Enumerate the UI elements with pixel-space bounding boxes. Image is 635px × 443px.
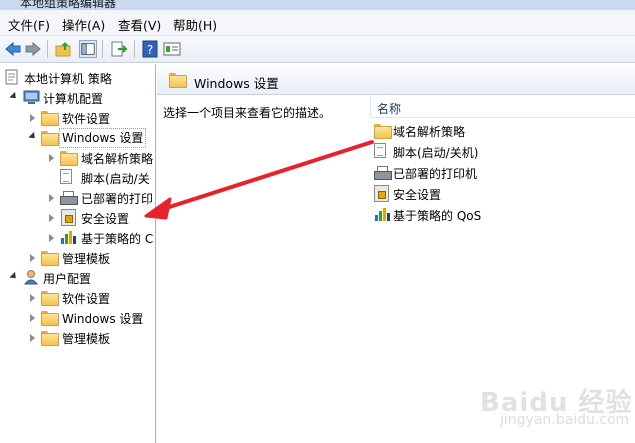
menu-file[interactable]: 文件(F)	[8, 15, 50, 34]
expand-arrow-icon[interactable]	[30, 254, 35, 262]
collapse-arrow-icon[interactable]	[9, 91, 19, 102]
folder-icon	[41, 331, 59, 347]
toolbar-separator	[47, 40, 48, 58]
tree-pane[interactable]: 本地计算机 策略 计算机配置 软件设置 Windows 设置 域名解析策略 脚本…	[0, 64, 156, 443]
svg-text:?: ?	[147, 43, 153, 57]
folder-icon	[41, 251, 59, 267]
tree-label: 管理模板	[62, 252, 111, 266]
tree-label: 域名解析策略	[81, 152, 154, 166]
description-text: 选择一个项目来查看它的描述。	[163, 106, 332, 120]
menu-help[interactable]: 帮助(H)	[173, 15, 217, 34]
title-bar: 本地组策略编辑器	[0, 0, 635, 10]
list-item-label: 域名解析策略	[393, 125, 466, 139]
up-folder-icon[interactable]	[55, 40, 73, 58]
expand-arrow-icon[interactable]	[49, 234, 54, 242]
expand-arrow-icon[interactable]	[49, 194, 54, 202]
toolbar-separator	[102, 40, 103, 58]
tree-label: 计算机配置	[43, 92, 104, 106]
tree-label: 已部署的打印	[81, 192, 154, 206]
tree-label: 用户配置	[43, 272, 92, 286]
forward-icon[interactable]	[24, 40, 42, 58]
folder-icon	[60, 151, 78, 167]
policy-document-icon	[5, 69, 18, 85]
folder-icon	[41, 111, 59, 127]
folder-icon	[41, 311, 59, 327]
qos-chart-icon	[375, 208, 390, 221]
tree-item-dns-policy[interactable]: 域名解析策略	[0, 148, 155, 168]
toolbar-separator	[134, 40, 135, 58]
back-icon[interactable]	[4, 40, 22, 58]
collapse-arrow-icon[interactable]	[28, 131, 38, 142]
tree-label: Windows 设置	[59, 128, 147, 148]
tree-item-software-settings[interactable]: 软件设置	[0, 108, 155, 128]
folder-icon	[374, 124, 392, 140]
list-item-label: 已部署的打印机	[393, 167, 478, 181]
details-header: Windows 设置	[157, 64, 635, 95]
tree-item-computer-config[interactable]: 计算机配置	[0, 88, 155, 108]
toolbar: ?	[0, 36, 635, 63]
tree-item-qos[interactable]: 基于策略的 C	[0, 228, 155, 248]
expand-arrow-icon[interactable]	[49, 214, 54, 222]
show-hide-tree-icon[interactable]	[79, 40, 97, 58]
folder-icon	[169, 73, 187, 88]
properties-icon[interactable]	[163, 40, 181, 58]
computer-icon	[23, 90, 40, 104]
printer-icon	[60, 191, 78, 207]
details-title: Windows 设置	[194, 76, 279, 91]
tree-label: 基于策略的 C	[81, 232, 154, 246]
help-icon[interactable]: ?	[141, 40, 159, 58]
tree-item-user-software-settings[interactable]: 软件设置	[0, 288, 155, 308]
tree-label: 管理模板	[62, 332, 111, 346]
tree-item-user-config[interactable]: 用户配置	[0, 268, 155, 288]
column-header-name[interactable]: 名称	[370, 96, 635, 118]
qos-chart-icon	[61, 231, 76, 244]
security-shield-icon	[374, 185, 391, 202]
expand-arrow-icon[interactable]	[30, 294, 35, 302]
tree-item-user-admin-templates[interactable]: 管理模板	[0, 328, 155, 348]
list-item-label: 脚本(启动/关机)	[393, 146, 479, 160]
column-header-label: 名称	[377, 102, 402, 116]
script-icon	[60, 169, 77, 185]
expand-arrow-icon[interactable]	[49, 154, 54, 162]
tree-item-root[interactable]: 本地计算机 策略	[0, 68, 155, 88]
tree-label: 本地计算机 策略	[24, 72, 112, 86]
window-title: 本地组策略编辑器	[20, 0, 117, 10]
tree-item-security-settings[interactable]: 安全设置	[0, 208, 155, 228]
tree-item-user-windows-settings[interactable]: Windows 设置	[0, 308, 155, 328]
tree-label: 脚本(启动/关	[81, 172, 150, 186]
tree-label: 软件设置	[62, 292, 111, 306]
tree-item-scripts[interactable]: 脚本(启动/关	[0, 168, 155, 188]
tree-item-windows-settings[interactable]: Windows 设置	[0, 128, 155, 148]
menu-bar: 文件(F) 操作(A) 查看(V) 帮助(H)	[0, 10, 635, 36]
script-icon	[374, 143, 391, 159]
folder-open-icon	[41, 131, 59, 147]
tree-item-printers[interactable]: 已部署的打印	[0, 188, 155, 208]
list-item-label: 基于策略的 QoS	[393, 209, 482, 223]
expand-arrow-icon[interactable]	[30, 334, 35, 342]
tree-label: 安全设置	[81, 212, 130, 226]
tree-label: Windows 设置	[62, 312, 144, 326]
folder-icon	[41, 291, 59, 307]
menu-view[interactable]: 查看(V)	[118, 15, 161, 34]
expand-arrow-icon[interactable]	[30, 114, 35, 122]
menu-action[interactable]: 操作(A)	[62, 15, 105, 34]
tree-item-admin-templates[interactable]: 管理模板	[0, 248, 155, 268]
expand-arrow-icon[interactable]	[30, 314, 35, 322]
list-item-label: 安全设置	[393, 188, 442, 202]
export-list-icon[interactable]	[110, 40, 128, 58]
security-shield-icon	[61, 209, 78, 226]
user-icon	[23, 270, 39, 285]
printer-icon	[374, 166, 392, 182]
watermark-url: jingyan.baidu.com	[500, 412, 630, 428]
tree-label: 软件设置	[62, 112, 111, 126]
collapse-arrow-icon[interactable]	[9, 271, 19, 282]
